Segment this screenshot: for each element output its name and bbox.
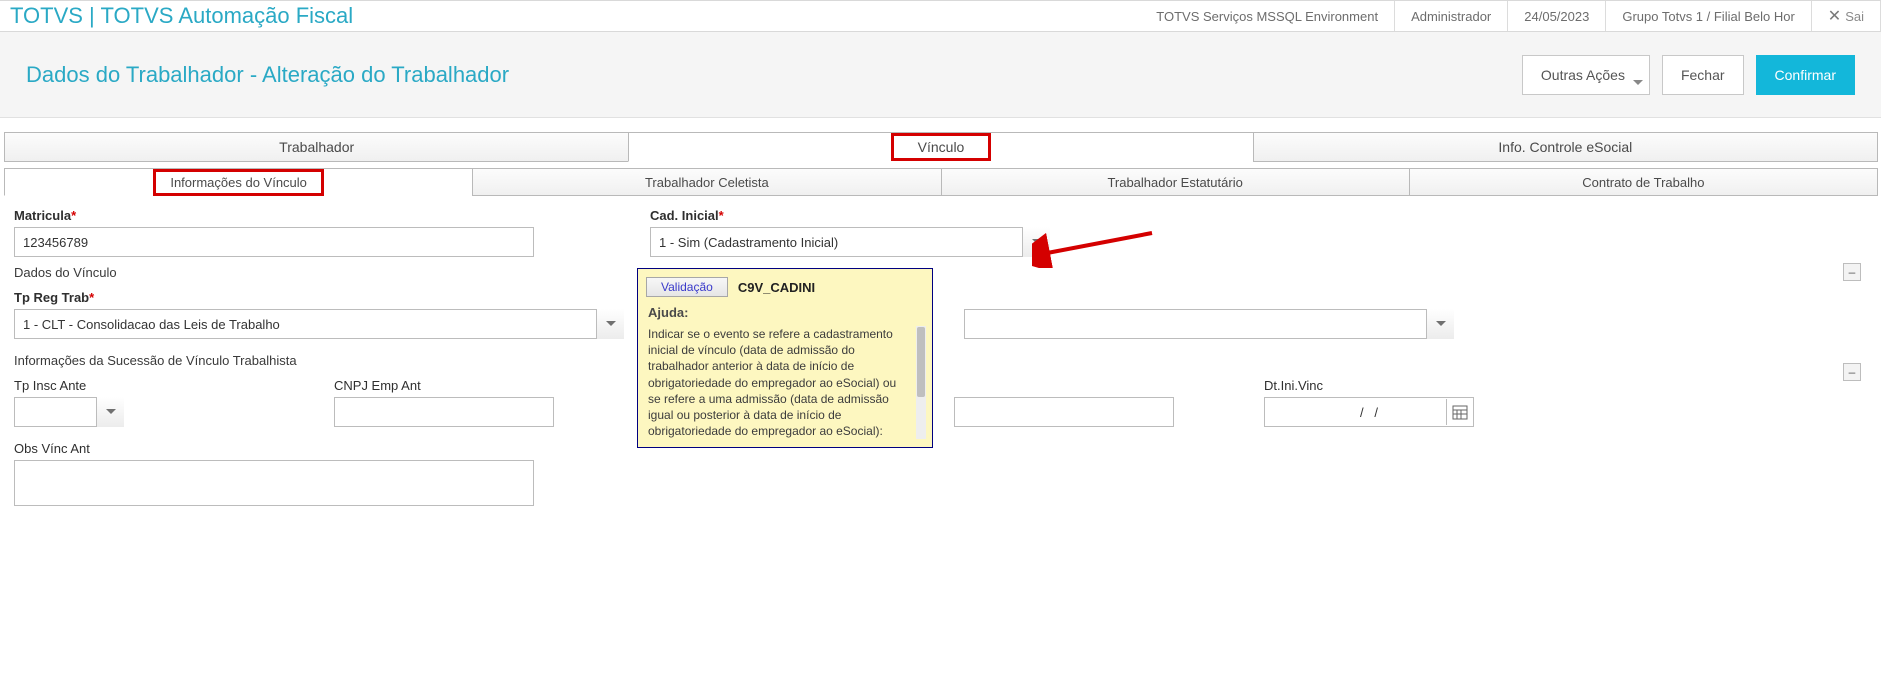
cnpj-emp-ant-label: CNPJ Emp Ant <box>334 378 554 393</box>
exit-label: Sai <box>1845 9 1864 24</box>
tabs-sub: Informações do Vínculo Trabalhador Celet… <box>0 168 1881 196</box>
tabs-main: Trabalhador Vínculo Info. Controle eSoci… <box>0 132 1881 162</box>
help-validation-button[interactable]: Validação <box>646 277 728 297</box>
cad-inicial-input[interactable] <box>650 227 1050 257</box>
cad-inicial-label: Cad. Inicial* <box>650 208 1050 223</box>
topbar-right: TOTVS Serviços MSSQL Environment Adminis… <box>1140 1 1881 31</box>
section-sucessao: Informações da Sucessão de Vínculo Traba… <box>14 353 1867 368</box>
confirm-button[interactable]: Confirmar <box>1756 55 1855 95</box>
chevron-down-icon[interactable] <box>1022 227 1050 257</box>
other-actions-button[interactable]: Outras Ações <box>1522 55 1650 95</box>
cad-inicial-combo[interactable] <box>650 227 1050 257</box>
other-actions-label: Outras Ações <box>1541 67 1625 83</box>
scrollbar-thumb[interactable] <box>917 327 925 397</box>
field-hidden-combo <box>964 309 1454 339</box>
collapse-toggle[interactable] <box>1843 363 1861 381</box>
field-dt-ini-vinc: Dt.Ini.Vinc <box>1264 378 1474 427</box>
branch-label: Grupo Totvs 1 / Filial Belo Hor <box>1606 1 1811 31</box>
subtab-label: Contrato de Trabalho <box>1582 175 1704 190</box>
subtab-celetista[interactable]: Trabalhador Celetista <box>472 168 941 196</box>
close-icon: ✕ <box>1828 6 1841 26</box>
subtab-label: Informações do Vínculo <box>153 169 324 196</box>
chevron-down-icon[interactable] <box>1426 309 1454 339</box>
hidden-combo[interactable] <box>964 309 1454 339</box>
hidden-combo-input[interactable] <box>964 309 1454 339</box>
subtab-label: Trabalhador Celetista <box>645 175 769 190</box>
field-tp-insc-ante: Tp Insc Ante <box>14 378 124 427</box>
field-tp-reg-trab: Tp Reg Trab* <box>14 290 624 339</box>
matricula-input[interactable] <box>14 227 534 257</box>
exit-button[interactable]: ✕ Sai <box>1812 1 1881 31</box>
user-label: Administrador <box>1395 1 1508 31</box>
help-panel: Validação C9V_CADINI Ajuda: Indicar se o… <box>637 268 933 448</box>
help-scrollbar[interactable] <box>916 326 926 439</box>
help-field-code: C9V_CADINI <box>738 280 815 295</box>
matricula-label: Matricula* <box>14 208 534 223</box>
chevron-down-icon[interactable] <box>96 397 124 427</box>
calendar-icon[interactable] <box>1446 399 1472 425</box>
confirm-label: Confirmar <box>1775 67 1836 83</box>
tab-info-esocial[interactable]: Info. Controle eSocial <box>1253 132 1878 162</box>
page-title: Dados do Trabalhador - Alteração do Trab… <box>26 62 509 88</box>
label-text: Matricula <box>14 208 71 223</box>
tp-insc-ante-label: Tp Insc Ante <box>14 378 124 393</box>
date-label: 24/05/2023 <box>1508 1 1606 31</box>
field-obs-vinc-ant: Obs Vínc Ant <box>14 441 534 506</box>
tab-vinculo[interactable]: Vínculo <box>628 132 1253 162</box>
required-mark: * <box>719 208 724 223</box>
subtab-info-vinculo[interactable]: Informações do Vínculo <box>4 168 473 196</box>
help-text: Indicar se o evento se refere a cadastra… <box>648 326 926 439</box>
help-ajuda-label: Ajuda: <box>638 305 932 326</box>
subtab-label: Trabalhador Estatutário <box>1107 175 1242 190</box>
topbar: TOTVS | TOTVS Automação Fiscal TOTVS Ser… <box>0 0 1881 32</box>
page-header: Dados do Trabalhador - Alteração do Trab… <box>0 32 1881 118</box>
section-dados-vinculo: Dados do Vínculo <box>14 265 1867 280</box>
close-label: Fechar <box>1681 67 1725 83</box>
obs-vinc-ant-label: Obs Vínc Ant <box>14 441 534 456</box>
required-mark: * <box>71 208 76 223</box>
blank-mid-input[interactable] <box>954 397 1174 427</box>
env-label: TOTVS Serviços MSSQL Environment <box>1140 1 1395 31</box>
label-text: Tp Reg Trab <box>14 290 89 305</box>
subtab-estatutario[interactable]: Trabalhador Estatutário <box>941 168 1410 196</box>
tp-reg-trab-input[interactable] <box>14 309 624 339</box>
tp-reg-trab-combo[interactable] <box>14 309 624 339</box>
obs-vinc-ant-input[interactable] <box>14 460 534 506</box>
cnpj-emp-ant-input[interactable] <box>334 397 554 427</box>
field-cad-inicial: Cad. Inicial* <box>650 208 1050 257</box>
close-button[interactable]: Fechar <box>1662 55 1744 95</box>
field-blank-mid <box>954 397 1174 427</box>
chevron-down-icon[interactable] <box>596 309 624 339</box>
dt-ini-vinc-input[interactable] <box>1264 397 1474 427</box>
form-area: Matricula* Cad. Inicial* Dados do Víncul… <box>0 196 1881 506</box>
label-text: Cad. Inicial <box>650 208 719 223</box>
tab-label: Trabalhador <box>279 139 354 155</box>
field-cnpj-emp-ant: CNPJ Emp Ant <box>334 378 554 427</box>
tab-label: Info. Controle eSocial <box>1498 139 1632 155</box>
collapse-toggle[interactable] <box>1843 263 1861 281</box>
dt-ini-vinc-label: Dt.Ini.Vinc <box>1264 378 1474 393</box>
tp-insc-ante-combo[interactable] <box>14 397 124 427</box>
tab-label: Vínculo <box>891 133 992 161</box>
required-mark: * <box>89 290 94 305</box>
help-text-content: Indicar se o evento se refere a cadastra… <box>648 327 896 438</box>
subtab-contrato[interactable]: Contrato de Trabalho <box>1409 168 1878 196</box>
app-title: TOTVS | TOTVS Automação Fiscal <box>0 3 363 29</box>
tab-trabalhador[interactable]: Trabalhador <box>4 132 629 162</box>
field-matricula: Matricula* <box>14 208 534 257</box>
tp-reg-trab-label: Tp Reg Trab* <box>14 290 624 305</box>
